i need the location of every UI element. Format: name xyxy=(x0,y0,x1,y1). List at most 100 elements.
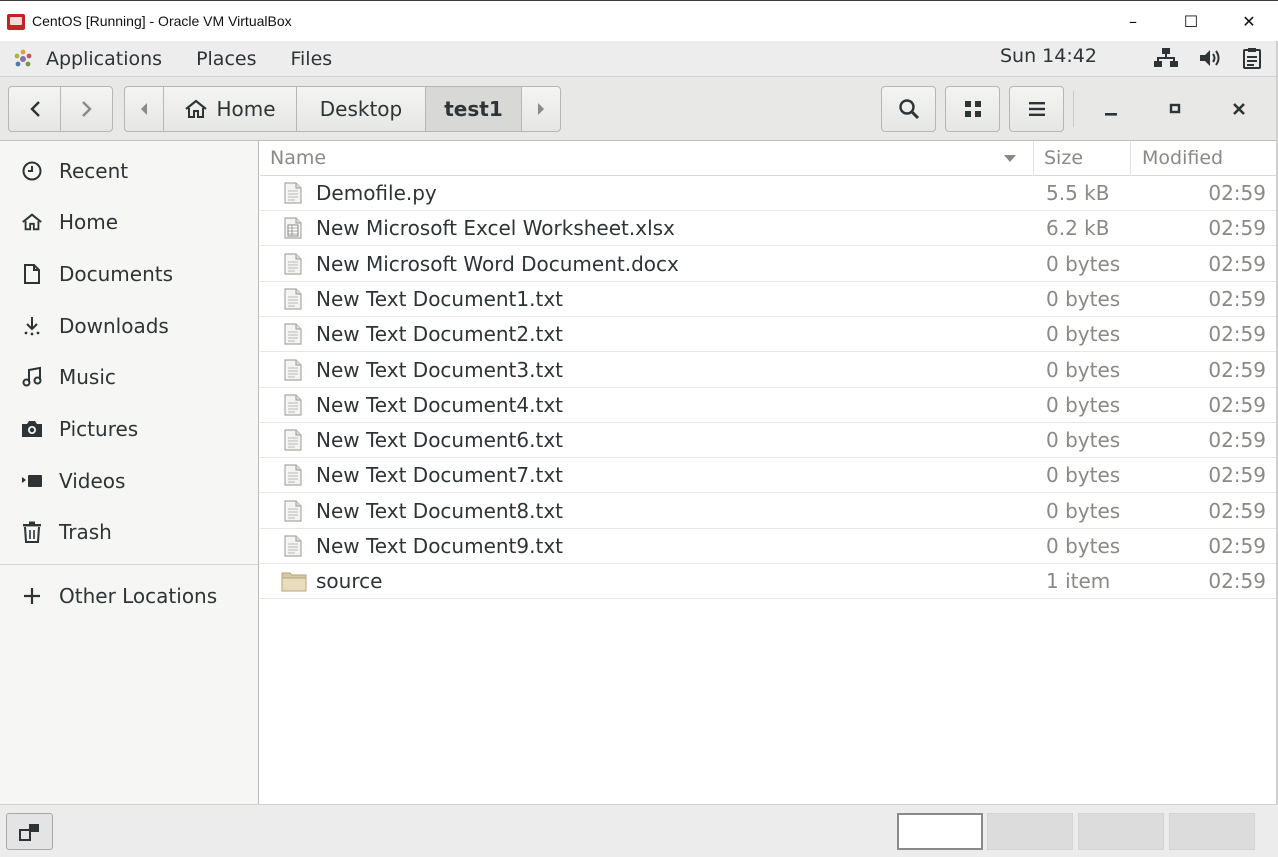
file-row[interactable]: New Text Document3.txt 0 bytes 02:59 xyxy=(260,353,1278,388)
clipboard-icon[interactable] xyxy=(1242,47,1262,69)
chevron-right-icon xyxy=(81,101,92,117)
column-separator xyxy=(1033,141,1034,176)
file-name: New Text Document8.txt xyxy=(316,498,564,523)
status-indicator-1[interactable] xyxy=(897,813,983,850)
file-modified: 02:59 xyxy=(1208,569,1266,594)
music-icon xyxy=(21,366,43,388)
file-size: 0 bytes xyxy=(1046,534,1121,558)
file-row[interactable]: New Text Document1.txt 0 bytes 02:59 xyxy=(260,282,1278,317)
minimize-button[interactable]: – xyxy=(1104,1,1162,42)
file-name: New Text Document2.txt xyxy=(316,322,564,347)
nautilus-close-button[interactable] xyxy=(1216,86,1262,132)
arrow-right-icon xyxy=(538,103,544,115)
file-name: New Microsoft Word Document.docx xyxy=(316,251,679,276)
volume-icon[interactable] xyxy=(1198,47,1222,69)
file-row[interactable]: New Microsoft Excel Worksheet.xlsx 6.2 kB… xyxy=(260,211,1278,247)
column-size-header[interactable]: Size xyxy=(1044,147,1083,169)
path-scroll-left-button[interactable] xyxy=(125,87,163,131)
video-icon xyxy=(21,470,43,492)
files-menu[interactable]: Files xyxy=(290,48,332,70)
text-file-icon xyxy=(283,252,303,275)
status-indicator-4[interactable] xyxy=(1169,813,1255,850)
clock[interactable]: Sun 14:42 xyxy=(1000,45,1097,67)
mouse-integration-icon xyxy=(18,823,39,841)
sidebar-item-label: Recent xyxy=(59,159,129,183)
header-separator xyxy=(1073,91,1074,127)
sidebar-item-documents[interactable]: Documents xyxy=(0,251,258,297)
path-home-label: Home xyxy=(216,97,276,121)
trash-icon xyxy=(21,521,43,543)
file-modified: 02:59 xyxy=(1208,286,1266,311)
file-modified: 02:59 xyxy=(1208,251,1266,276)
status-indicator-3[interactable] xyxy=(1078,813,1164,850)
home-icon xyxy=(21,211,43,233)
host-key-button[interactable] xyxy=(6,813,53,850)
file-row[interactable]: Demofile.py 5.5 kB 02:59 xyxy=(260,176,1278,211)
column-modified-header[interactable]: Modified xyxy=(1142,147,1223,169)
file-size: 1 item xyxy=(1046,569,1111,594)
sidebar-item-downloads[interactable]: Downloads xyxy=(0,303,258,349)
status-indicator-2[interactable] xyxy=(987,813,1073,850)
close-icon xyxy=(1233,103,1245,115)
file-size: 0 bytes xyxy=(1046,498,1121,523)
sidebar-item-recent[interactable]: Recent xyxy=(0,148,258,194)
path-test1-button[interactable]: test1 xyxy=(425,87,521,131)
virtualbox-icon xyxy=(6,11,26,31)
file-modified: 02:59 xyxy=(1208,181,1266,205)
nautilus-minimize-button[interactable] xyxy=(1088,86,1134,132)
grid-view-button[interactable] xyxy=(945,86,1000,132)
clock-icon xyxy=(21,160,43,182)
file-row[interactable]: New Text Document8.txt 0 bytes 02:59 xyxy=(260,494,1278,529)
sidebar-item-videos[interactable]: Videos xyxy=(0,458,258,504)
file-row[interactable]: New Text Document9.txt 0 bytes 02:59 xyxy=(260,529,1278,564)
search-button[interactable] xyxy=(881,86,936,132)
places-menu[interactable]: Places xyxy=(196,48,256,70)
file-size: 0 bytes xyxy=(1046,428,1121,453)
close-button[interactable]: ✕ xyxy=(1220,1,1278,42)
file-size: 5.5 kB xyxy=(1046,181,1110,205)
file-row[interactable]: New Text Document4.txt 0 bytes 02:59 xyxy=(260,388,1278,423)
nautilus-maximize-button[interactable] xyxy=(1152,86,1198,132)
system-tray[interactable] xyxy=(1154,47,1262,69)
sidebar-item-music[interactable]: Music xyxy=(0,354,258,400)
text-file-icon xyxy=(283,182,303,204)
header-bar: Home Desktop test1 xyxy=(0,77,1278,141)
sidebar-item-trash[interactable]: Trash xyxy=(0,509,258,555)
file-modified: 02:59 xyxy=(1208,322,1266,347)
sidebar-item-other-locations[interactable]: Other Locations xyxy=(0,573,258,619)
back-button[interactable] xyxy=(9,87,60,131)
sidebar-item-label: Trash xyxy=(59,520,112,544)
maximize-icon xyxy=(1169,103,1181,114)
file-size: 0 bytes xyxy=(1046,322,1121,347)
maximize-button[interactable]: ☐ xyxy=(1162,1,1220,42)
path-scroll-right-button[interactable] xyxy=(521,87,560,131)
text-file-icon xyxy=(283,323,303,345)
camera-icon xyxy=(21,418,43,440)
network-icon[interactable] xyxy=(1154,47,1178,69)
path-home-button[interactable]: Home xyxy=(163,87,296,131)
file-row[interactable]: New Text Document6.txt 0 bytes 02:59 xyxy=(260,423,1278,459)
menu-button[interactable] xyxy=(1009,86,1064,132)
applications-menu[interactable]: Applications xyxy=(12,48,196,70)
column-separator xyxy=(1130,141,1131,176)
maximize-icon: ☐ xyxy=(1183,12,1199,31)
sidebar-item-label: Downloads xyxy=(59,314,169,338)
column-header-row: Name Size Modified xyxy=(260,141,1278,176)
file-row[interactable]: New Microsoft Word Document.docx 0 bytes 0… xyxy=(260,247,1278,282)
forward-button[interactable] xyxy=(60,87,112,131)
chevron-left-icon xyxy=(29,101,40,117)
sidebar-item-pictures[interactable]: Pictures xyxy=(0,406,258,452)
history-nav xyxy=(8,86,113,132)
file-size: 0 bytes xyxy=(1046,357,1121,382)
file-modified: 02:59 xyxy=(1208,498,1266,523)
file-modified: 02:59 xyxy=(1208,216,1266,241)
file-row[interactable]: New Text Document2.txt 0 bytes 02:59 xyxy=(260,317,1278,353)
folder-row[interactable]: source 1 item 02:59 xyxy=(260,564,1278,600)
file-row[interactable]: New Text Document7.txt 0 bytes 02:59 xyxy=(260,458,1278,494)
column-name-header[interactable]: Name xyxy=(270,147,326,169)
path-desktop-button[interactable]: Desktop xyxy=(296,87,425,131)
vbox-status-bar xyxy=(0,804,1278,857)
file-name: New Text Document9.txt xyxy=(316,534,564,558)
sort-descending-icon[interactable] xyxy=(1003,154,1017,164)
sidebar-item-home[interactable]: Home xyxy=(0,199,258,245)
